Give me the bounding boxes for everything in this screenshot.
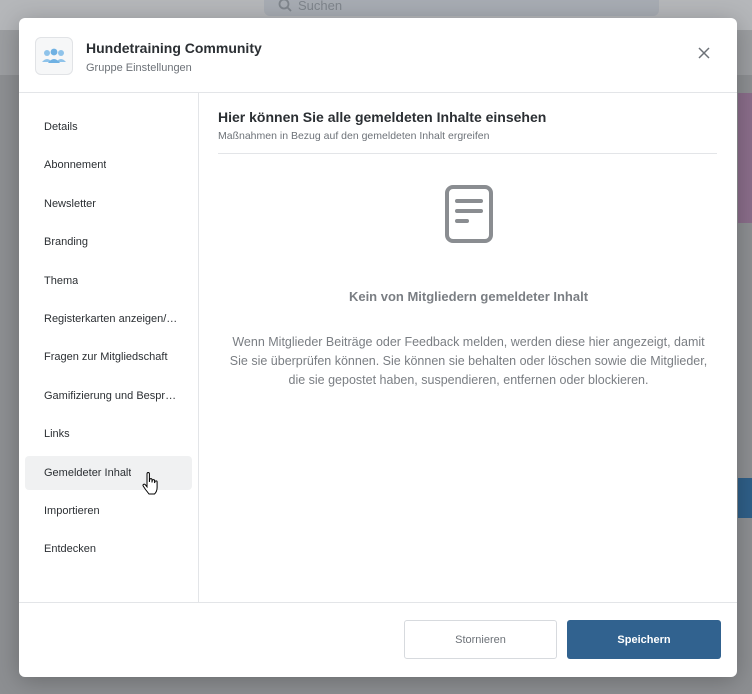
sidebar-item-importieren[interactable]: Importieren — [25, 494, 192, 528]
sidebar-item-abonnement[interactable]: Abonnement — [25, 148, 192, 182]
sidebar-item-details[interactable]: Details — [25, 110, 192, 144]
group-name: Hundetraining Community — [86, 40, 262, 56]
background-search-placeholder: Suchen — [298, 0, 343, 13]
sidebar-item-links[interactable]: Links — [25, 417, 192, 451]
sidebar-item-branding[interactable]: Branding — [25, 225, 192, 259]
sidebar-item-label: Registerkarten anzeigen/… — [44, 313, 178, 325]
document-icon — [445, 185, 493, 243]
sidebar-item-gamifizierung[interactable]: Gamifizierung und Bespre… — [25, 379, 192, 413]
modal-subtitle: Gruppe Einstellungen — [86, 62, 192, 74]
group-people-icon — [42, 48, 66, 63]
sidebar-item-label: Details — [44, 121, 78, 133]
cancel-button[interactable]: Stornieren — [404, 620, 557, 659]
page-title: Hier können Sie alle gemeldeten Inhalte … — [218, 109, 547, 125]
search-icon — [278, 0, 292, 12]
group-settings-modal: Hundetraining Community Gruppe Einstellu… — [19, 18, 737, 677]
empty-state-description: Wenn Mitglieder Beiträge oder Feedback m… — [229, 335, 708, 387]
sidebar-item-entdecken[interactable]: Entdecken — [25, 532, 192, 566]
empty-state-title: Kein von Mitgliedern gemeldeter Inhalt — [348, 289, 589, 304]
sidebar-item-label: Entdecken — [44, 543, 96, 555]
sidebar-item-label: Links — [44, 428, 70, 440]
background-cover-image — [738, 93, 752, 223]
sidebar-item-label: Gemeldeter Inhalt — [44, 467, 132, 479]
close-icon — [698, 47, 710, 59]
group-avatar — [35, 37, 73, 75]
sidebar-item-registerkarten[interactable]: Registerkarten anzeigen/… — [25, 302, 192, 336]
sidebar-item-label: Abonnement — [44, 159, 107, 171]
modal-footer: Stornieren Speichern — [19, 602, 737, 677]
sidebar-item-gemeldeter-inhalt[interactable]: Gemeldeter Inhalt — [25, 456, 192, 490]
sidebar-item-mitgliedschaft[interactable]: Fragen zur Mitgliedschaft — [25, 340, 192, 374]
background-button — [738, 478, 752, 518]
reported-content-panel: Hier können Sie alle gemeldeten Inhalte … — [200, 93, 737, 603]
sidebar-item-label: Importieren — [44, 505, 100, 517]
page-subtitle: Maßnahmen in Bezug auf den gemeldeten In… — [218, 130, 490, 142]
modal-header: Hundetraining Community Gruppe Einstellu… — [19, 18, 737, 93]
hand-pointer-icon — [142, 472, 158, 495]
sidebar-item-thema[interactable]: Thema — [25, 264, 192, 298]
sidebar-item-newsletter[interactable]: Newsletter — [25, 187, 192, 221]
sidebar-item-label: Thema — [44, 275, 79, 287]
sidebar-item-label: Gamifizierung und Bespre… — [44, 390, 182, 402]
background-search: Suchen — [264, 0, 659, 16]
sidebar-item-label: Branding — [44, 236, 89, 248]
save-button[interactable]: Speichern — [567, 620, 721, 659]
sidebar-item-label: Newsletter — [44, 198, 96, 210]
settings-sidebar: Details Abonnement Newsletter Branding T… — [19, 93, 199, 603]
sidebar-item-label: Fragen zur Mitgliedschaft — [44, 351, 168, 363]
divider — [218, 153, 717, 154]
close-button[interactable] — [693, 42, 715, 64]
